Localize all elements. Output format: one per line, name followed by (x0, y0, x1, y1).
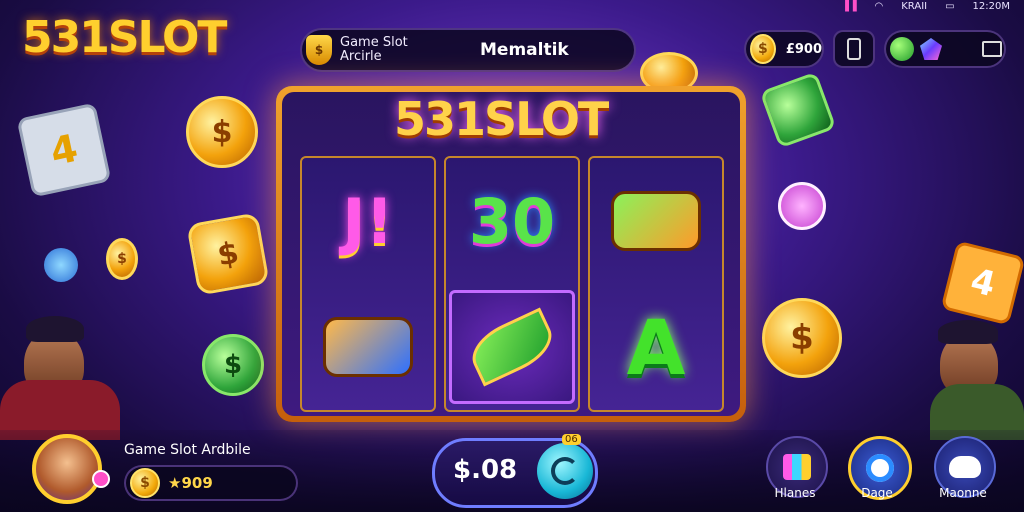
reel-symbol (590, 158, 722, 284)
status-bar: ▐▐ ◠ KRAII ▭ 12:20M (841, 0, 1024, 12)
floating-coin: $ (762, 298, 842, 378)
player-balance: ★909 (168, 474, 213, 492)
status-time: 12:20M (972, 0, 1010, 12)
screen-icon[interactable] (982, 41, 1002, 57)
nav-page-label: Dage (861, 486, 893, 500)
signal-icon: ▐▐ (841, 0, 857, 12)
battery-icon: ▭ (945, 0, 955, 12)
slot-machine-screen: 531SLOT J! 30 A (282, 92, 740, 416)
coin-balance-pill[interactable]: $ £900 (744, 30, 824, 68)
reel-2: 30 (444, 156, 580, 412)
spin-button[interactable] (537, 443, 593, 499)
shield-icon: $ (306, 35, 332, 65)
floating-blue-chip (44, 248, 78, 282)
reel-3: A (588, 156, 724, 412)
nav-menu-label: Maonne (939, 486, 987, 500)
reel-symbol: 30 (446, 158, 578, 284)
cannon-icon (323, 317, 413, 377)
gem-icon (920, 38, 942, 60)
reel-symbol (302, 284, 434, 410)
floating-pink-chip (778, 182, 826, 230)
symbol-a: A (626, 302, 686, 392)
machine-name: Memaltik (480, 40, 569, 60)
floating-green-coin: $ (202, 334, 264, 396)
game-title-pill[interactable]: $ Game Slot Arcirle Memaltik (300, 28, 636, 72)
game-logo: 531SLOT (22, 12, 227, 63)
reel-symbol: J! (302, 158, 434, 284)
notification-dot-icon (92, 470, 110, 488)
character-right-hair (938, 320, 998, 344)
symbol-j: J! (342, 184, 394, 258)
game-title-line1: Game Slot (340, 35, 408, 50)
player-name: Game Slot Ardbile (124, 442, 251, 458)
game-title-line2: Arcirle (340, 49, 382, 64)
floating-coin: $ (106, 238, 138, 280)
network-label: KRAII (901, 0, 928, 12)
floating-card-left: 4 (16, 102, 112, 198)
reel-symbol (446, 284, 578, 410)
player-balance-pill[interactable]: $ ★909 (124, 465, 298, 501)
cloud-icon (949, 456, 981, 478)
nav-games-label: Hlanes (774, 486, 816, 500)
bet-control[interactable]: $.08 (432, 438, 598, 508)
cannon-icon (611, 191, 701, 251)
coin-icon: $ (130, 468, 160, 498)
gear-icon (866, 454, 894, 482)
coin-balance: £900 (785, 41, 822, 57)
machine-logo: 531SLOT (394, 92, 609, 146)
slot-machine: 531SLOT J! 30 A (276, 86, 746, 422)
green-orb-icon (890, 37, 914, 61)
games-stack-icon (783, 454, 811, 480)
shop-pill[interactable] (884, 30, 1006, 68)
coin-icon: $ (750, 34, 776, 64)
bet-badge: 06 (562, 434, 581, 445)
game-title: Game Slot Arcirle (340, 36, 460, 64)
highlighted-symbol (449, 290, 575, 404)
reel-1: J! (300, 156, 436, 412)
player-avatar[interactable] (32, 434, 102, 504)
reels[interactable]: J! 30 A (300, 156, 724, 412)
symbol-30: 30 (468, 184, 556, 258)
floating-green-chip (759, 71, 837, 149)
character-left-hair (26, 316, 84, 342)
wifi-icon: ◠ (874, 0, 884, 12)
spin-icon (551, 457, 579, 485)
floating-coin: $ (186, 96, 258, 168)
leaf-icon (463, 307, 561, 387)
phone-icon (847, 38, 861, 60)
floating-card-right: 4 (940, 240, 1024, 326)
floating-coin: $ (186, 212, 270, 296)
device-button[interactable] (833, 30, 875, 68)
bet-value: $.08 (453, 455, 518, 485)
reel-symbol: A (590, 284, 722, 410)
